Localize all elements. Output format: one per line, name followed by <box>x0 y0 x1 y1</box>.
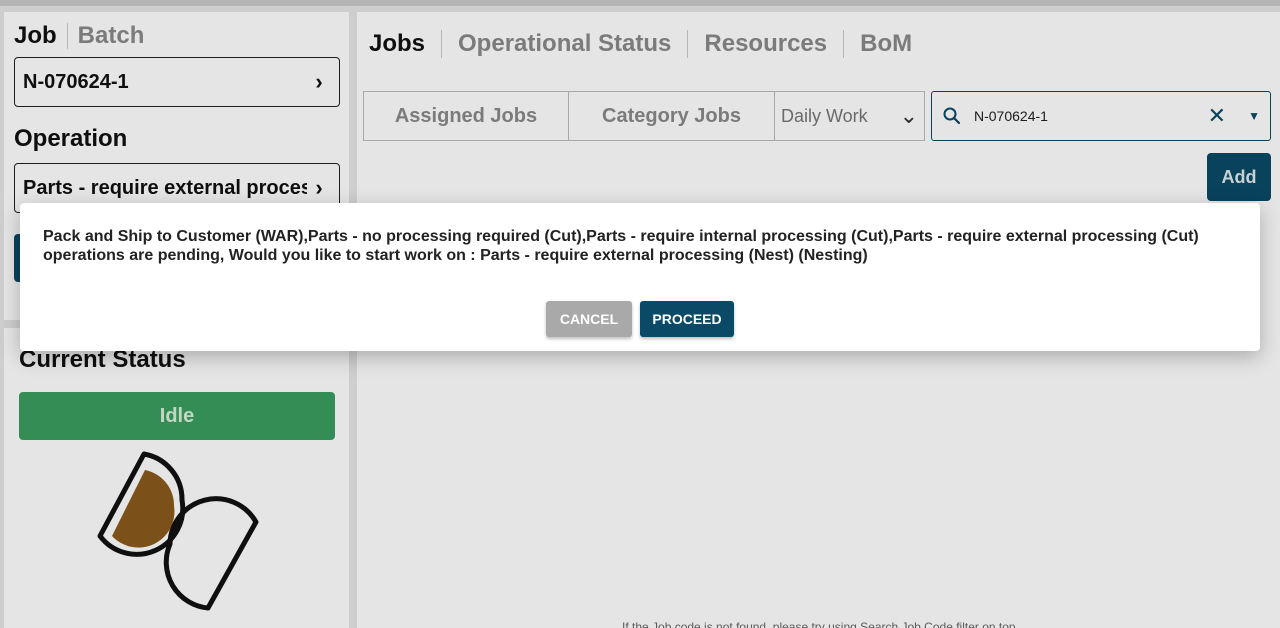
cancel-button[interactable]: CANCEL <box>546 301 632 337</box>
proceed-button[interactable]: PROCEED <box>640 301 734 337</box>
dialog-message: Pack and Ship to Customer (WAR),Parts - … <box>43 228 1199 264</box>
pending-operations-dialog: Pack and Ship to Customer (WAR),Parts - … <box>20 203 1260 351</box>
dialog-actions: CANCEL PROCEED <box>20 301 1260 337</box>
